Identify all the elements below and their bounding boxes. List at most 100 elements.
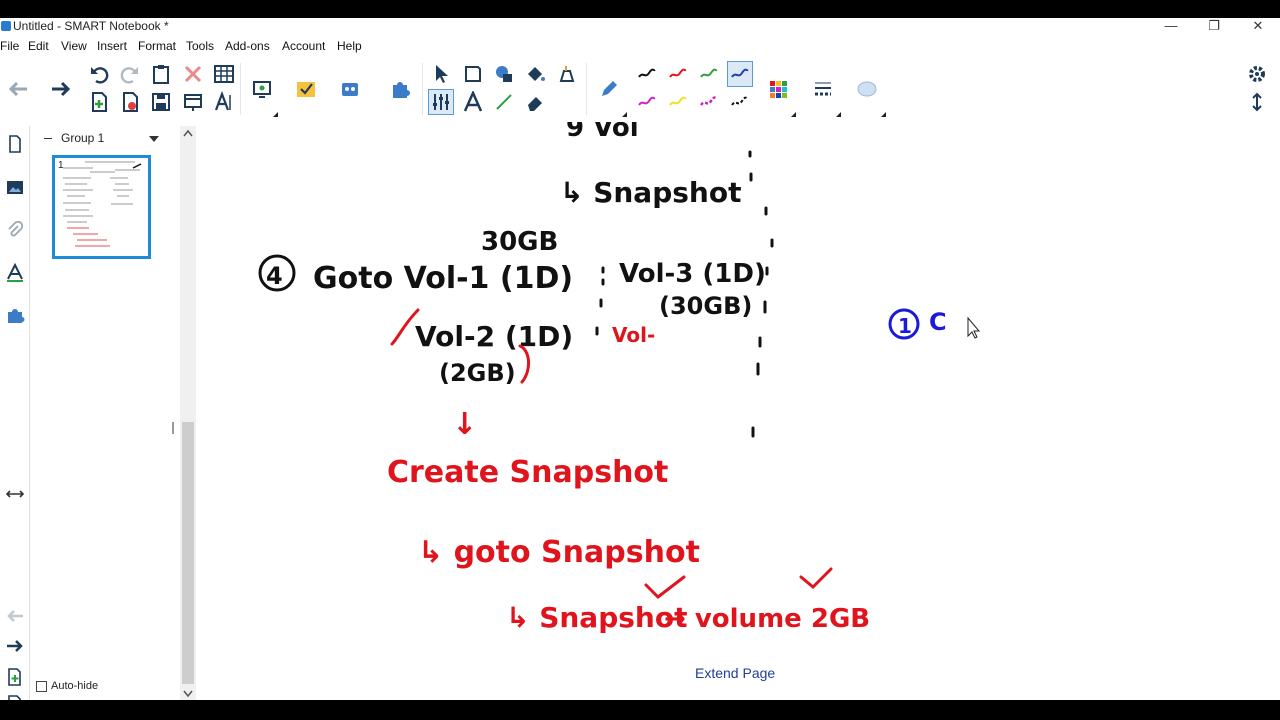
pen-icon: [602, 81, 617, 96]
pen-stroke-yellow-icon: [669, 96, 687, 106]
add-ons-button[interactable]: [337, 76, 363, 102]
chevron-down-icon[interactable]: [148, 135, 160, 143]
attachments-tab[interactable]: [5, 220, 25, 241]
whiteboard-canvas[interactable]: 9 Vol ↳ Snapshot 30GB Goto Vol-1 (1D) Vo…: [196, 122, 1280, 700]
puzzle-icon: [393, 82, 410, 98]
document-camera-button[interactable]: [249, 76, 275, 102]
undo-button[interactable]: [86, 61, 112, 87]
page-sorter-tab[interactable]: [5, 134, 25, 154]
page-thumbnail[interactable]: 1: [52, 155, 151, 259]
window-title: Untitled - SMART Notebook *: [13, 19, 169, 33]
redo-button[interactable]: [117, 61, 143, 87]
menu-view[interactable]: View: [61, 39, 87, 53]
save-button[interactable]: [148, 89, 174, 115]
line-style-icon: [815, 82, 831, 96]
properties-tab[interactable]: [5, 262, 25, 283]
sidebar-previous-page[interactable]: [5, 606, 25, 626]
side-tabs: [0, 126, 30, 700]
table-icon: [214, 65, 234, 83]
note-line-snapshot-red: ↳ Snapshot: [506, 601, 687, 634]
response-check-icon: [297, 82, 315, 97]
text-tool[interactable]: [460, 89, 486, 115]
extend-page-link[interactable]: Extend Page: [695, 665, 775, 681]
table-button[interactable]: [211, 61, 237, 87]
auto-hide-checkbox[interactable]: [36, 680, 47, 692]
note-blue-number: 1: [898, 314, 912, 338]
eraser-icon: [528, 97, 542, 111]
sidebar-add-page[interactable]: [5, 667, 25, 687]
delete-button[interactable]: [180, 61, 206, 87]
line-tool[interactable]: [491, 89, 517, 115]
note-line-create-snapshot: Create Snapshot: [387, 455, 668, 490]
delete-page-button[interactable]: [117, 89, 143, 115]
menu-tools[interactable]: Tools: [186, 39, 214, 53]
note-line-goto-snapshot: ↳ goto Snapshot: [418, 535, 700, 570]
pen-tool[interactable]: [596, 76, 622, 102]
smart-notebook-window: Untitled - SMART Notebook * — ❐ ✕ File E…: [0, 18, 1280, 700]
restore-button[interactable]: ❐: [1192, 18, 1236, 36]
auto-hide-option[interactable]: Auto-hide: [36, 680, 98, 692]
magic-pen-tool[interactable]: [553, 61, 579, 87]
sorter-resize-handle[interactable]: [172, 422, 174, 434]
pen-blue-swatch[interactable]: [727, 61, 753, 87]
settings-button[interactable]: [1244, 61, 1270, 87]
pen-green-swatch[interactable]: [696, 61, 722, 87]
pen-yellow-swatch[interactable]: [665, 89, 691, 115]
scroll-up-icon[interactable]: [183, 129, 193, 137]
text-format-button[interactable]: [211, 89, 237, 115]
close-button[interactable]: ✕: [1236, 18, 1280, 36]
menu-add-ons[interactable]: Add-ons: [225, 39, 270, 53]
scrollbar-thumb[interactable]: [182, 422, 194, 684]
pen-magenta-dashed-swatch[interactable]: [696, 89, 722, 115]
select-tool[interactable]: [428, 61, 454, 87]
sidebar-next-page[interactable]: [5, 636, 25, 656]
menu-file[interactable]: File: [0, 39, 19, 53]
gallery-tab[interactable]: [5, 178, 25, 198]
pen-black-dashed-swatch[interactable]: [727, 89, 753, 115]
gear-icon: [1249, 66, 1265, 82]
fill-tool[interactable]: [522, 61, 548, 87]
gallery-image-icon: [7, 181, 23, 194]
addons-tab[interactable]: [5, 306, 25, 326]
properties-tool[interactable]: [428, 89, 454, 115]
menu-edit[interactable]: Edit: [28, 39, 49, 53]
pen-stroke-magenta-icon: [638, 96, 656, 106]
shapes-recognition-tool[interactable]: [491, 61, 517, 87]
back-button[interactable]: [5, 76, 31, 102]
sidebar-side-toggle[interactable]: [5, 484, 25, 504]
shape-tool[interactable]: [460, 61, 486, 87]
sidebar-delete-page[interactable]: [5, 694, 25, 700]
menu-format[interactable]: Format: [138, 39, 176, 53]
scroll-down-icon[interactable]: [183, 690, 193, 698]
paste-button[interactable]: [148, 61, 174, 87]
color-palette-button[interactable]: [765, 76, 791, 102]
note-line-2gb: (2GB): [439, 359, 516, 387]
pen-red-swatch[interactable]: [665, 61, 691, 87]
menu-help[interactable]: Help: [337, 39, 362, 53]
screen-shade-button[interactable]: [180, 89, 206, 115]
eraser-tool[interactable]: [522, 89, 548, 115]
menu-bar: File Edit View Insert Format Tools Add-o…: [0, 37, 1280, 57]
line-style-button[interactable]: [810, 76, 836, 102]
response-button[interactable]: [293, 76, 319, 102]
title-bar: Untitled - SMART Notebook * — ❐ ✕: [0, 18, 1280, 36]
sliders-icon: [433, 94, 449, 110]
forward-button[interactable]: [48, 76, 74, 102]
save-icon: [152, 93, 170, 111]
pen-black-swatch[interactable]: [634, 61, 660, 87]
puzzle-button[interactable]: [387, 76, 413, 102]
sorter-scrollbar[interactable]: [180, 126, 196, 700]
new-page-button[interactable]: [86, 89, 112, 115]
clipboard-icon: [153, 65, 169, 84]
collapse-group-icon[interactable]: [44, 138, 52, 139]
group-label[interactable]: Group 1: [61, 131, 104, 145]
pen-magenta-swatch[interactable]: [634, 89, 660, 115]
minimize-button[interactable]: —: [1149, 18, 1193, 36]
fill-effects-button[interactable]: [854, 76, 880, 102]
magic-pen-icon: [559, 66, 575, 82]
delete-page-icon: [8, 695, 21, 700]
move-toolbar-button[interactable]: [1244, 89, 1270, 115]
delete-page-icon: [123, 92, 138, 112]
menu-insert[interactable]: Insert: [97, 39, 127, 53]
menu-account[interactable]: Account: [282, 39, 325, 53]
